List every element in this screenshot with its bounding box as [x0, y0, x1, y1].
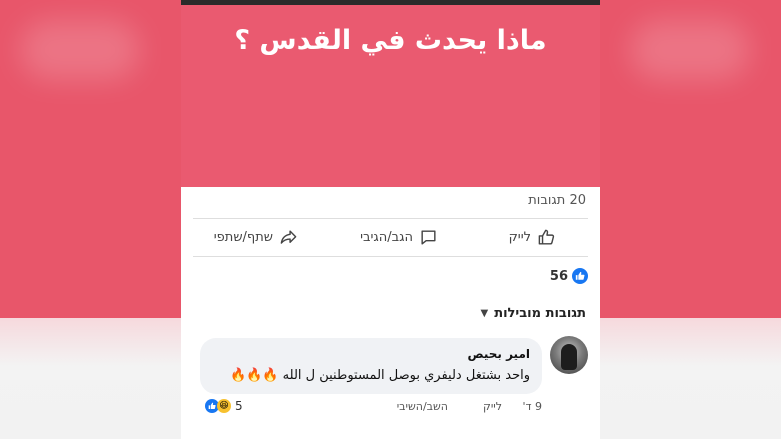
comment-like-link[interactable]: לייק	[483, 400, 502, 413]
comment-author[interactable]: امير بحيص	[467, 347, 530, 361]
share-button[interactable]: שתף/שתפי	[214, 228, 298, 247]
post-card: ماذا يحدث في القدس ؟ 20 תגובות לייק הגב/…	[181, 0, 600, 439]
comment-text: واحد بشتغل دليفري بوصل المستوطنين ل الله…	[229, 368, 530, 383]
like-button[interactable]: לייק	[509, 228, 556, 247]
comment-reactions[interactable]: 😆 5	[205, 399, 243, 413]
share-label: שתף/שתפי	[213, 230, 273, 245]
comment-reaction-count: 5	[235, 399, 243, 413]
post-title: ماذا يحدث في القدس ؟	[234, 25, 547, 56]
comment-label: הגב/הגיבי	[360, 230, 413, 245]
like-reaction-icon	[572, 268, 588, 284]
comment-bubble: امير بحيص واحد بشتغل دليفري بوصل المستوط…	[200, 338, 542, 394]
thumbs-up-icon	[538, 229, 555, 245]
comment-button[interactable]: הגב/הגיבי	[360, 228, 438, 247]
reaction-count: 56	[549, 268, 568, 284]
reaction-summary[interactable]: 56	[550, 268, 588, 284]
divider	[193, 256, 588, 257]
comment-count[interactable]: 20 תגובות	[528, 193, 586, 208]
share-icon	[280, 230, 297, 244]
background-blur-left	[20, 20, 140, 80]
comment-reply-link[interactable]: השב/השיבי	[397, 400, 448, 413]
chevron-down-icon: ▼	[480, 308, 489, 319]
avatar[interactable]	[550, 336, 588, 374]
post-banner[interactable]: ماذا يحدث في القدس ؟	[181, 5, 600, 187]
like-label: לייק	[508, 230, 531, 245]
comment-time[interactable]: 9 ד'	[522, 400, 542, 413]
laugh-reaction-icon: 😆	[217, 399, 231, 413]
comment-icon	[421, 230, 436, 245]
background-blur-right	[630, 20, 750, 80]
action-bar: לייק הגב/הגיבי שתף/שתפי	[181, 224, 600, 254]
sort-label: תגובות מובילות	[494, 306, 586, 321]
divider	[193, 218, 588, 219]
comment-sort-dropdown[interactable]: תגובות מובילות ▼	[481, 306, 586, 321]
